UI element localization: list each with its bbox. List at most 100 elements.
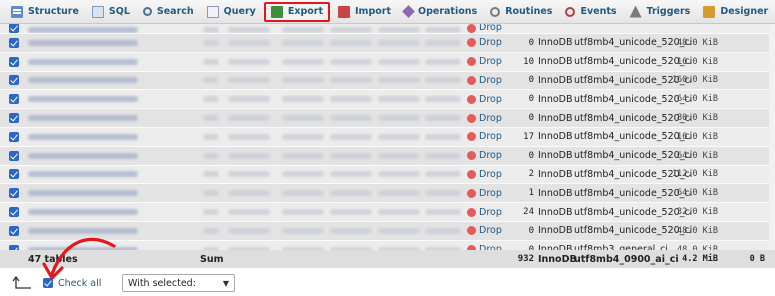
- browse-action[interactable]: [228, 77, 270, 84]
- browse-action[interactable]: [228, 39, 270, 46]
- favorite-icon[interactable]: [203, 27, 219, 33]
- table-name[interactable]: [28, 190, 138, 197]
- insert-action[interactable]: [378, 171, 420, 178]
- row-checkbox[interactable]: [9, 207, 19, 218]
- empty-action[interactable]: [425, 39, 461, 46]
- with-selected-dropdown[interactable]: With selected: ▼: [122, 274, 235, 292]
- tab-import[interactable]: Import: [333, 2, 396, 22]
- tab-query[interactable]: Query: [202, 2, 261, 22]
- search-action[interactable]: [330, 209, 372, 216]
- insert-action[interactable]: [378, 39, 420, 46]
- empty-action[interactable]: [425, 58, 461, 65]
- table-name[interactable]: [28, 39, 138, 46]
- favorite-icon[interactable]: [203, 58, 219, 65]
- insert-action[interactable]: [378, 27, 420, 33]
- structure-action[interactable]: [282, 39, 324, 46]
- check-all-checkbox[interactable]: [43, 278, 53, 288]
- structure-action[interactable]: [282, 96, 324, 103]
- tab-events[interactable]: Events: [560, 2, 621, 22]
- favorite-icon[interactable]: [203, 209, 219, 216]
- row-checkbox[interactable]: [9, 188, 19, 199]
- table-name[interactable]: [28, 115, 138, 122]
- structure-action[interactable]: [282, 133, 324, 140]
- scrollbar[interactable]: [769, 24, 775, 250]
- browse-action[interactable]: [228, 115, 270, 122]
- tab-triggers[interactable]: Triggers: [625, 2, 696, 22]
- insert-action[interactable]: [378, 190, 420, 197]
- structure-action[interactable]: [282, 58, 324, 65]
- insert-action[interactable]: [378, 227, 420, 234]
- table-name[interactable]: [28, 27, 138, 33]
- structure-action[interactable]: [282, 115, 324, 122]
- browse-action[interactable]: [228, 227, 270, 234]
- drop-link[interactable]: Drop: [479, 188, 502, 199]
- search-action[interactable]: [330, 77, 372, 84]
- row-checkbox[interactable]: [9, 150, 19, 161]
- search-action[interactable]: [330, 58, 372, 65]
- search-action[interactable]: [330, 227, 372, 234]
- search-action[interactable]: [330, 27, 372, 33]
- favorite-icon[interactable]: [203, 115, 219, 122]
- tab-structure[interactable]: Structure: [6, 2, 84, 22]
- browse-action[interactable]: [228, 152, 270, 159]
- insert-action[interactable]: [378, 58, 420, 65]
- empty-action[interactable]: [425, 209, 461, 216]
- favorite-icon[interactable]: [203, 227, 219, 234]
- favorite-icon[interactable]: [203, 39, 219, 46]
- table-name[interactable]: [28, 133, 138, 140]
- insert-action[interactable]: [378, 115, 420, 122]
- drop-link[interactable]: Drop: [479, 56, 502, 67]
- structure-action[interactable]: [282, 227, 324, 234]
- table-name[interactable]: [28, 77, 138, 84]
- favorite-icon[interactable]: [203, 171, 219, 178]
- browse-action[interactable]: [228, 58, 270, 65]
- favorite-icon[interactable]: [203, 133, 219, 140]
- favorite-icon[interactable]: [203, 96, 219, 103]
- search-action[interactable]: [330, 171, 372, 178]
- drop-link[interactable]: Drop: [479, 75, 502, 86]
- search-action[interactable]: [330, 96, 372, 103]
- row-checkbox[interactable]: [9, 113, 19, 124]
- search-action[interactable]: [330, 133, 372, 140]
- table-name[interactable]: [28, 152, 138, 159]
- empty-action[interactable]: [425, 171, 461, 178]
- drop-link[interactable]: Drop: [479, 150, 502, 161]
- empty-action[interactable]: [425, 227, 461, 234]
- structure-action[interactable]: [282, 190, 324, 197]
- table-name[interactable]: [28, 171, 138, 178]
- insert-action[interactable]: [378, 133, 420, 140]
- search-action[interactable]: [330, 152, 372, 159]
- tab-search[interactable]: Search: [138, 2, 199, 22]
- drop-link[interactable]: Drop: [479, 131, 502, 142]
- empty-action[interactable]: [425, 27, 461, 33]
- row-checkbox[interactable]: [9, 169, 19, 180]
- tab-routines[interactable]: Routines: [485, 2, 557, 22]
- insert-action[interactable]: [378, 96, 420, 103]
- row-checkbox[interactable]: [9, 56, 19, 67]
- insert-action[interactable]: [378, 209, 420, 216]
- row-checkbox[interactable]: [9, 75, 19, 86]
- empty-action[interactable]: [425, 133, 461, 140]
- drop-link[interactable]: Drop: [479, 207, 502, 218]
- tab-operations[interactable]: Operations: [399, 2, 482, 22]
- table-name[interactable]: [28, 209, 138, 216]
- search-action[interactable]: [330, 39, 372, 46]
- empty-action[interactable]: [425, 96, 461, 103]
- drop-link[interactable]: Drop: [479, 24, 502, 33]
- empty-action[interactable]: [425, 190, 461, 197]
- drop-link[interactable]: Drop: [479, 225, 502, 236]
- search-action[interactable]: [330, 115, 372, 122]
- favorite-icon[interactable]: [203, 190, 219, 197]
- table-name[interactable]: [28, 227, 138, 234]
- browse-action[interactable]: [228, 27, 270, 33]
- row-checkbox[interactable]: [9, 94, 19, 105]
- browse-action[interactable]: [228, 96, 270, 103]
- drop-link[interactable]: Drop: [479, 169, 502, 180]
- table-name[interactable]: [28, 96, 138, 103]
- favorite-icon[interactable]: [203, 152, 219, 159]
- tab-sql[interactable]: SQL: [87, 2, 135, 22]
- insert-action[interactable]: [378, 152, 420, 159]
- drop-link[interactable]: Drop: [479, 37, 502, 48]
- empty-action[interactable]: [425, 77, 461, 84]
- browse-action[interactable]: [228, 133, 270, 140]
